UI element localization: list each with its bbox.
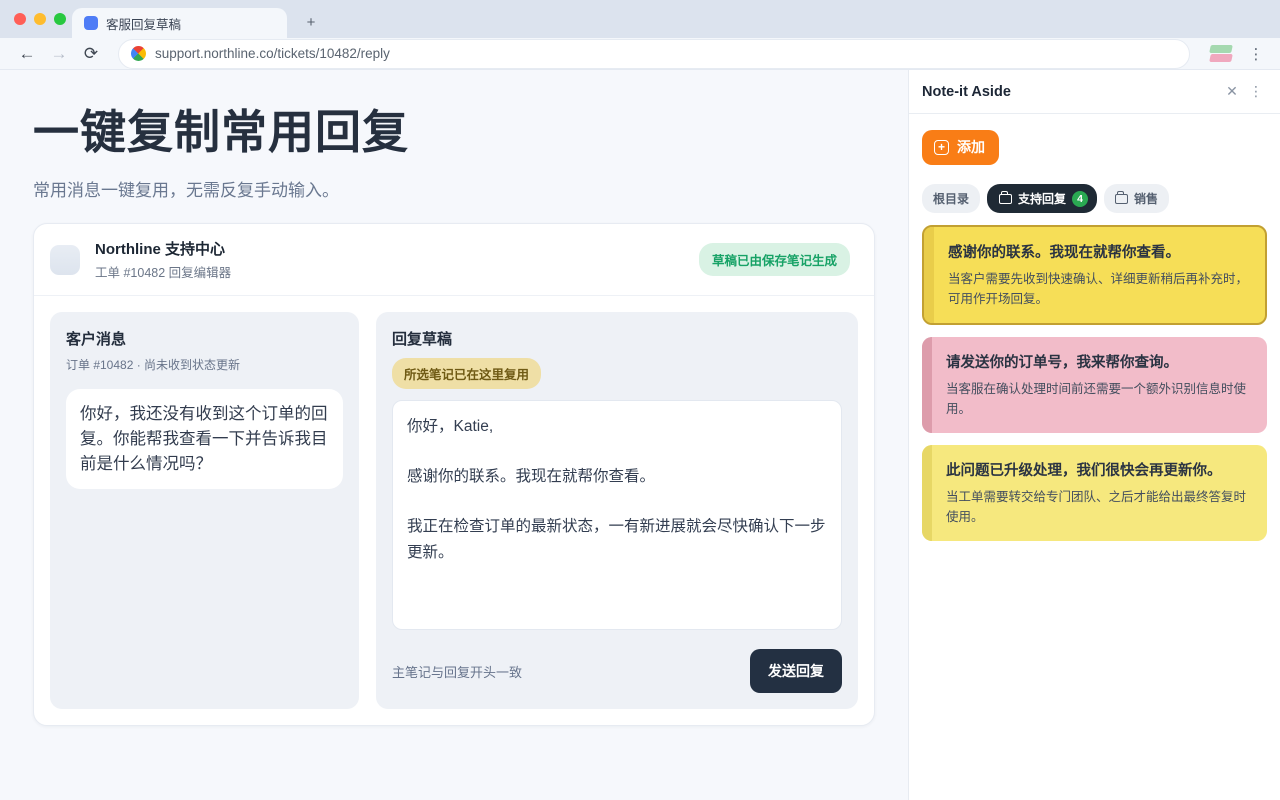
customer-panel-title: 客户消息 (66, 328, 343, 349)
close-icon[interactable]: ✕ (1222, 83, 1242, 100)
page-subtitle: 常用消息一键复用，无需反复手动输入。 (33, 176, 875, 201)
chip-support-label: 支持回复 (1018, 190, 1066, 207)
site-favicon-icon (128, 43, 149, 64)
note-color-strip (924, 227, 934, 323)
window-controls (14, 13, 66, 25)
back-icon[interactable]: ← (14, 41, 40, 67)
browser-menu-icon[interactable]: ⋮ (1246, 42, 1266, 66)
draft-sync-note: 主笔记与回复开头一致 (392, 662, 522, 681)
note-title: 此问题已升级处理，我们很快会再更新你。 (946, 459, 1251, 480)
aside-body: + 添加 根目录 支持回复 4 销售 感谢你的联系。我现在 (909, 114, 1280, 557)
plus-icon: + (934, 140, 949, 155)
add-note-button[interactable]: + 添加 (922, 130, 999, 165)
customer-message-panel: 客户消息 订单 #10482 · 尚未收到状态更新 你好，我还没有收到这个订单的… (50, 312, 359, 709)
note-body: 当工单需要转交给专门团队、之后才能给出最终答复时使用。 (946, 487, 1251, 527)
aside-header: Note-it Aside ✕ ⋮ (909, 70, 1280, 114)
add-note-label: 添加 (957, 137, 985, 157)
address-bar[interactable]: support.northline.co/tickets/10482/reply (118, 39, 1190, 69)
folder-chips: 根目录 支持回复 4 销售 (922, 184, 1267, 213)
window-close-button[interactable] (14, 13, 26, 25)
window-zoom-button[interactable] (54, 13, 66, 25)
aside-menu-icon[interactable]: ⋮ (1248, 83, 1264, 100)
reload-icon[interactable]: ⟳ (78, 41, 104, 67)
page-body: 一键复制常用回复 常用消息一键复用，无需反复手动输入。 Northline 支持… (0, 70, 1280, 800)
reply-editor-card: Northline 支持中心 工单 #10482 回复编辑器 草稿已由保存笔记生… (33, 223, 875, 726)
org-avatar (50, 245, 80, 275)
forward-icon[interactable]: → (46, 41, 72, 67)
reply-draft-panel: 回复草稿 所选笔记已在这里复用 你好，Katie, 感谢你的联系。我现在就帮你查… (376, 312, 858, 709)
customer-panel-meta: 订单 #10482 · 尚未收到状态更新 (66, 356, 343, 373)
note-body: 当客服在确认处理时间前还需要一个额外识别信息时使用。 (946, 379, 1251, 419)
note-title: 感谢你的联系。我现在就帮你查看。 (948, 241, 1249, 262)
url-text: support.northline.co/tickets/10482/reply (155, 46, 390, 61)
note-body: 当客户需要先收到快速确认、详细更新稍后再补充时，可用作开场回复。 (948, 269, 1249, 309)
tab-title: 客服回复草稿 (106, 14, 181, 33)
org-meta: Northline 支持中心 工单 #10482 回复编辑器 (95, 238, 231, 281)
note-it-extension-icon[interactable] (1210, 44, 1234, 64)
org-name: Northline 支持中心 (95, 238, 231, 259)
browser-tab[interactable]: 客服回复草稿 (72, 8, 287, 38)
note-reused-badge: 所选笔记已在这里复用 (392, 358, 541, 389)
draft-generated-badge: 草稿已由保存笔记生成 (699, 243, 850, 276)
note-color-strip (922, 337, 932, 433)
new-tab-button[interactable]: + (297, 8, 325, 36)
reply-draft-textarea[interactable]: 你好，Katie, 感谢你的联系。我现在就帮你查看。 我正在检查订单的最新状态，… (392, 400, 842, 630)
note-it-aside-panel: Note-it Aside ✕ ⋮ + 添加 根目录 支持回复 4 (908, 70, 1280, 800)
chip-root-label: 根目录 (933, 190, 969, 207)
browser-toolbar: ← → ⟳ support.northline.co/tickets/10482… (0, 38, 1280, 70)
customer-message-bubble: 你好，我还没有收到这个订单的回复。你能帮我查看一下并告诉我目前是什么情况吗？ (66, 389, 343, 489)
editor-card-body: 客户消息 订单 #10482 · 尚未收到状态更新 你好，我还没有收到这个订单的… (34, 296, 874, 725)
main-content: 一键复制常用回复 常用消息一键复用，无需反复手动输入。 Northline 支持… (0, 70, 908, 800)
folder-icon (999, 194, 1012, 204)
note-card[interactable]: 此问题已升级处理，我们很快会再更新你。 当工单需要转交给专门团队、之后才能给出最… (922, 445, 1267, 541)
extension-note-green (1209, 45, 1233, 53)
note-card[interactable]: 请发送你的订单号，我来帮你查询。 当客服在确认处理时间前还需要一个额外识别信息时… (922, 337, 1267, 433)
reply-panel-footer: 主笔记与回复开头一致 发送回复 (392, 649, 842, 693)
note-color-strip (922, 445, 932, 541)
browser-tab-strip: 客服回复草稿 + (0, 0, 1280, 38)
note-title: 请发送你的订单号，我来帮你查询。 (946, 351, 1251, 372)
folder-icon (1115, 194, 1128, 204)
note-count-badge: 4 (1072, 191, 1088, 207)
chip-sales[interactable]: 销售 (1104, 184, 1169, 213)
chip-sales-label: 销售 (1134, 190, 1158, 207)
page-title: 一键复制常用回复 (33, 96, 875, 162)
extension-note-pink (1209, 54, 1233, 62)
aside-title: Note-it Aside (922, 84, 1011, 100)
chip-root-folder[interactable]: 根目录 (922, 184, 980, 213)
reply-panel-title: 回复草稿 (392, 328, 842, 349)
send-reply-button[interactable]: 发送回复 (750, 649, 842, 693)
editor-card-header: Northline 支持中心 工单 #10482 回复编辑器 草稿已由保存笔记生… (34, 224, 874, 296)
note-card-selected[interactable]: 感谢你的联系。我现在就帮你查看。 当客户需要先收到快速确认、详细更新稍后再补充时… (922, 225, 1267, 325)
ticket-label: 工单 #10482 回复编辑器 (95, 262, 231, 281)
tab-favicon-icon (84, 16, 98, 30)
chip-support-replies[interactable]: 支持回复 4 (987, 184, 1097, 213)
window-minimize-button[interactable] (34, 13, 46, 25)
